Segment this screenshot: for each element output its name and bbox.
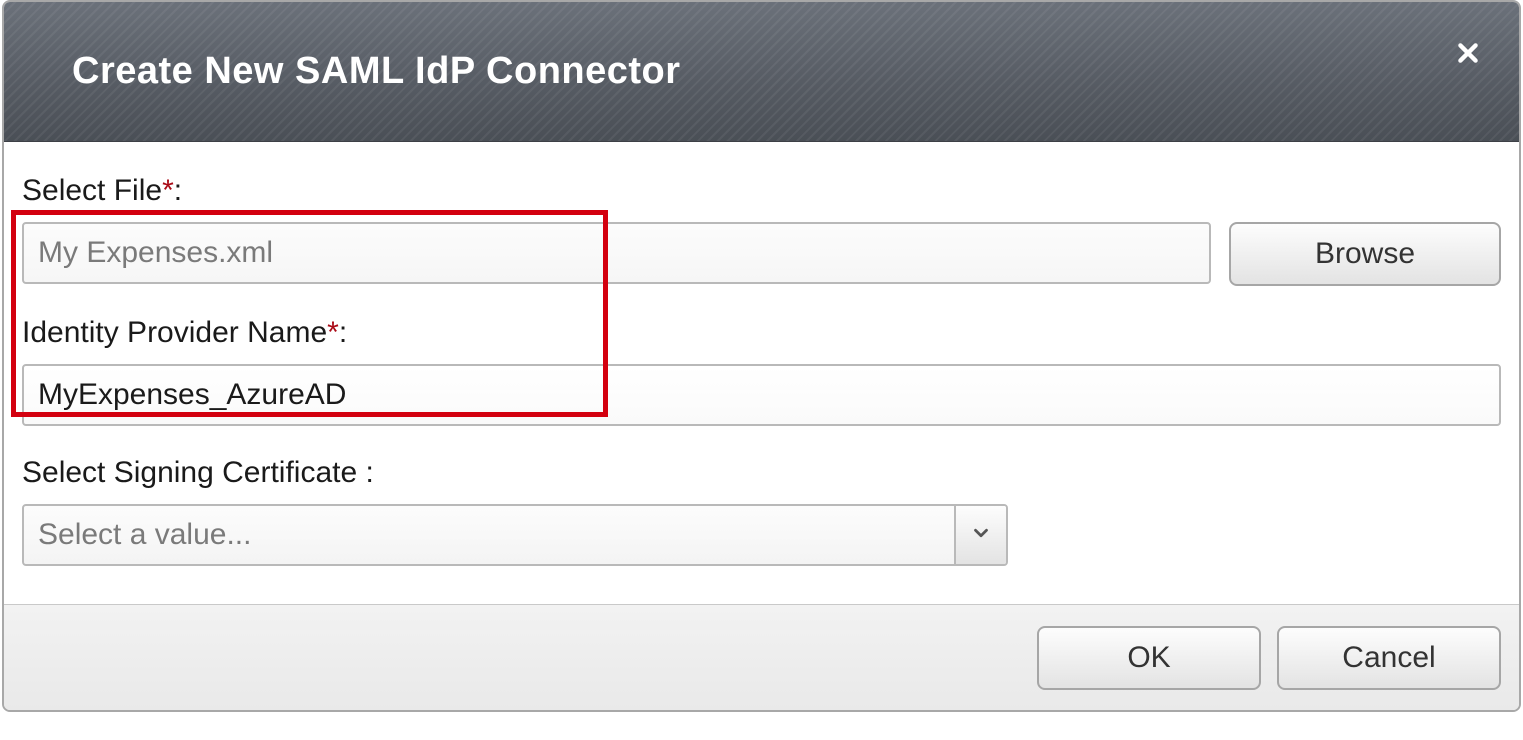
browse-button[interactable]: Browse <box>1229 222 1501 286</box>
ok-button[interactable]: OK <box>1037 626 1261 690</box>
idp-name-label-text: Identity Provider Name <box>22 316 327 349</box>
signing-cert-value: Select a value... <box>24 506 954 564</box>
field-idp-name: Identity Provider Name*: <box>22 316 1501 426</box>
dialog-create-saml-idp-connector: Create New SAML IdP Connector Select Fil… <box>2 0 1521 712</box>
select-file-label-text: Select File <box>22 174 162 207</box>
idp-name-label: Identity Provider Name*: <box>22 316 1501 350</box>
signing-cert-label: Select Signing Certificate : <box>22 456 1501 490</box>
dialog-header: Create New SAML IdP Connector <box>4 2 1519 142</box>
idp-name-input[interactable] <box>22 364 1501 426</box>
field-signing-certificate: Select Signing Certificate : Select a va… <box>22 456 1501 566</box>
close-button[interactable] <box>1453 40 1483 70</box>
select-file-row: Browse <box>22 222 1501 286</box>
select-file-label: Select File*: <box>22 174 1501 208</box>
required-asterisk: * <box>327 316 339 349</box>
select-file-input[interactable] <box>22 222 1211 284</box>
dialog-footer: OK Cancel <box>4 604 1519 710</box>
signing-cert-select[interactable]: Select a value... <box>22 504 1008 566</box>
dialog-title: Create New SAML IdP Connector <box>72 50 681 93</box>
required-asterisk: * <box>162 174 174 207</box>
close-icon <box>1455 40 1481 71</box>
chevron-down-icon <box>970 522 992 549</box>
signing-cert-caret[interactable] <box>954 506 1006 564</box>
dialog-body: Select File*: Browse Identity Provider N… <box>4 142 1519 604</box>
cancel-button[interactable]: Cancel <box>1277 626 1501 690</box>
field-select-file: Select File*: Browse <box>22 174 1501 286</box>
